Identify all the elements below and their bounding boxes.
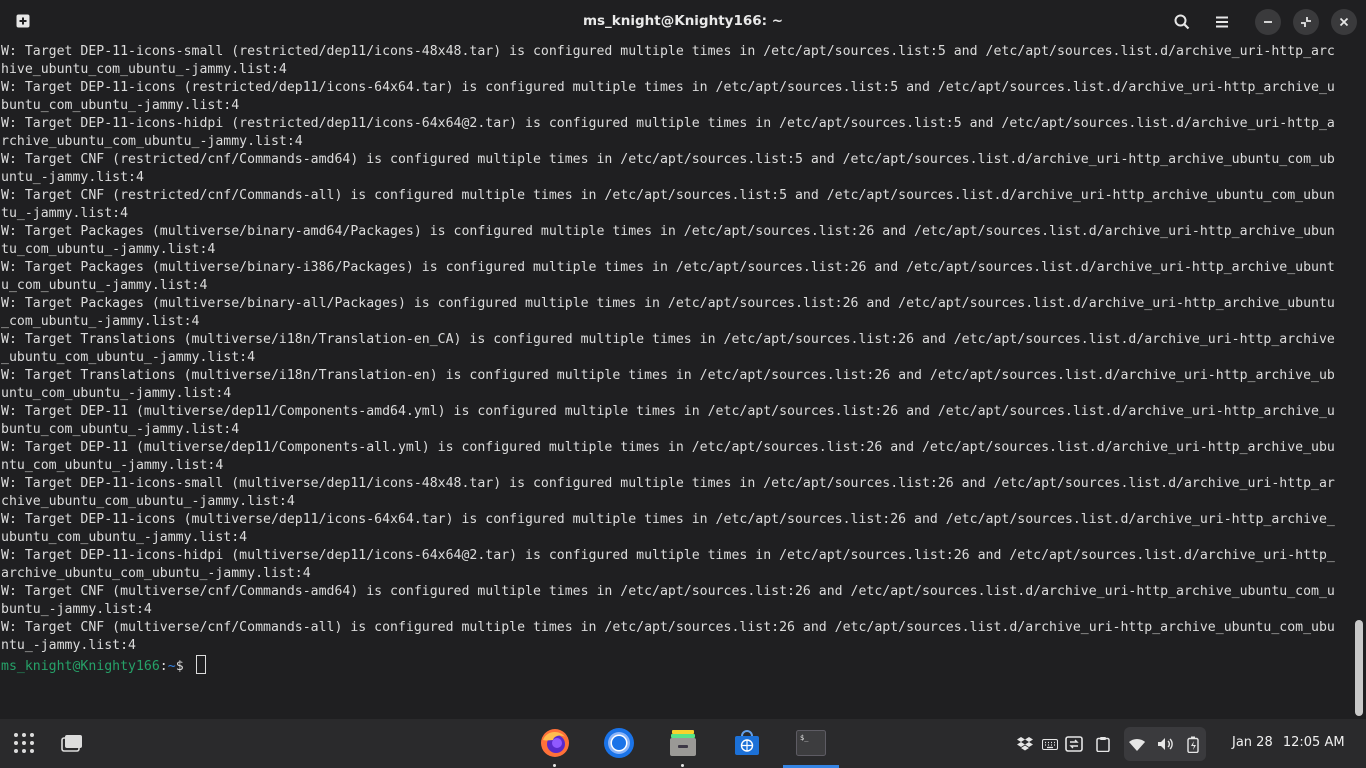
clock-time: 12:05 AM — [1282, 735, 1345, 750]
terminal-line: tu_-jammy.list:4 — [1, 206, 129, 221]
prompt-dollar: $ — [175, 659, 192, 674]
terminal-line: untu_com_ubuntu_-jammy.list:4 — [1, 386, 232, 401]
terminal-output: W: Target DEP-11-icons-small (restricted… — [0, 43, 1352, 655]
scrollbar[interactable] — [1352, 43, 1366, 719]
clock-date: Jan 28 — [1232, 735, 1273, 750]
terminal-line: archive_ubuntu_com_ubuntu_-jammy.list:4 — [1, 566, 311, 581]
terminal-line: W: Target CNF (restricted/cnf/Commands-a… — [1, 188, 1335, 203]
terminal-line: W: Target CNF (multiverse/cnf/Commands-a… — [1, 584, 1335, 599]
terminal-icon[interactable]: $_ — [795, 729, 827, 757]
terminal-line: hive_ubuntu_com_ubuntu_-jammy.list:4 — [1, 62, 287, 77]
terminal-line: u_com_ubuntu_-jammy.list:4 — [1, 278, 208, 293]
window-title: ms_knight@Knighty166: ~ — [582, 13, 784, 29]
scrollbar-thumb[interactable] — [1355, 620, 1363, 716]
terminal-line: ntu_-jammy.list:4 — [1, 638, 136, 653]
terminal-line: ubuntu_com_ubuntu_-jammy.list:4 — [1, 530, 248, 545]
terminal-line: buntu_com_ubuntu_-jammy.list:4 — [1, 422, 240, 437]
dropbox-icon[interactable] — [1016, 735, 1034, 753]
terminal-line: rchive_ubuntu_com_ubuntu_-jammy.list:4 — [1, 134, 303, 149]
terminal-line: _com_ubuntu_-jammy.list:4 — [1, 314, 200, 329]
screen-share-icon[interactable] — [1064, 734, 1084, 754]
wifi-icon[interactable] — [1127, 735, 1147, 753]
terminal-line: W: Target Translations (multiverse/i18n/… — [1, 368, 1335, 383]
prompt-user-host: ms_knight@Knighty166 — [1, 659, 160, 674]
terminal-line: _ubuntu_com_ubuntu_-jammy.list:4 — [1, 350, 256, 365]
terminal-line: W: Target Packages (multiverse/binary-i3… — [1, 260, 1335, 275]
prompt-path: ~ — [167, 659, 176, 674]
keyboard-icon[interactable] — [1040, 735, 1060, 753]
prompt-line: ms_knight@Knighty166:~$ — [0, 655, 1352, 674]
prompt-colon: : — [159, 659, 168, 674]
text-cursor — [195, 655, 206, 674]
restore-icon[interactable] — [1293, 9, 1319, 35]
terminal-line: W: Target DEP-11-icons (restricted/dep11… — [1, 80, 1335, 95]
running-indicator — [553, 764, 556, 767]
terminal-line: W: Target Translations (multiverse/i18n/… — [1, 332, 1335, 347]
clock[interactable]: Jan 28 12:05 AM — [1232, 735, 1351, 750]
running-indicator — [681, 764, 684, 767]
battery-icon[interactable] — [1183, 734, 1203, 754]
menu-icon[interactable] — [1209, 9, 1235, 35]
workspaces-icon[interactable] — [58, 729, 86, 757]
terminal-line: W: Target CNF (restricted/cnf/Commands-a… — [1, 152, 1335, 167]
firefox-icon[interactable] — [539, 727, 571, 759]
svg-text:$_: $_ — [800, 734, 809, 742]
volume-icon[interactable] — [1155, 735, 1175, 753]
terminal-line: W: Target CNF (multiverse/cnf/Commands-a… — [1, 620, 1335, 635]
terminal-view[interactable]: W: Target DEP-11-icons-small (restricted… — [0, 43, 1352, 719]
terminal-line: W: Target Packages (multiverse/binary-al… — [1, 296, 1335, 311]
search-icon[interactable] — [1169, 9, 1195, 35]
close-icon[interactable] — [1331, 9, 1357, 35]
chromium-icon[interactable] — [603, 727, 635, 759]
terminal-line: buntu_com_ubuntu_-jammy.list:4 — [1, 98, 240, 113]
terminal-line: W: Target Packages (multiverse/binary-am… — [1, 224, 1335, 239]
terminal-line: untu_-jammy.list:4 — [1, 170, 144, 185]
terminal-line: W: Target DEP-11 (multiverse/dep11/Compo… — [1, 440, 1335, 455]
software-store-icon[interactable] — [731, 727, 763, 759]
terminal-line: chive_ubuntu_com_ubuntu_-jammy.list:4 — [1, 494, 295, 509]
terminal-line: ntu_com_ubuntu_-jammy.list:4 — [1, 458, 224, 473]
terminal-line: W: Target DEP-11-icons-small (restricted… — [1, 44, 1335, 59]
files-icon[interactable] — [667, 727, 699, 759]
terminal-line: W: Target DEP-11 (multiverse/dep11/Compo… — [1, 404, 1335, 419]
terminal-line: buntu_-jammy.list:4 — [1, 602, 152, 617]
terminal-line: W: Target DEP-11-icons (multiverse/dep11… — [1, 512, 1335, 527]
terminal-line: W: Target DEP-11-icons-small (multiverse… — [1, 476, 1335, 491]
minimize-icon[interactable] — [1255, 9, 1281, 35]
clipboard-icon[interactable] — [1093, 734, 1113, 754]
title-bar: ms_knight@Knighty166: ~ — [0, 0, 1366, 43]
app-grid-icon[interactable] — [10, 729, 38, 757]
terminal-line: W: Target DEP-11-icons-hidpi (multiverse… — [1, 548, 1335, 563]
terminal-line: W: Target DEP-11-icons-hidpi (restricted… — [1, 116, 1335, 131]
terminal-line: tu_com_ubuntu_-jammy.list:4 — [1, 242, 216, 257]
